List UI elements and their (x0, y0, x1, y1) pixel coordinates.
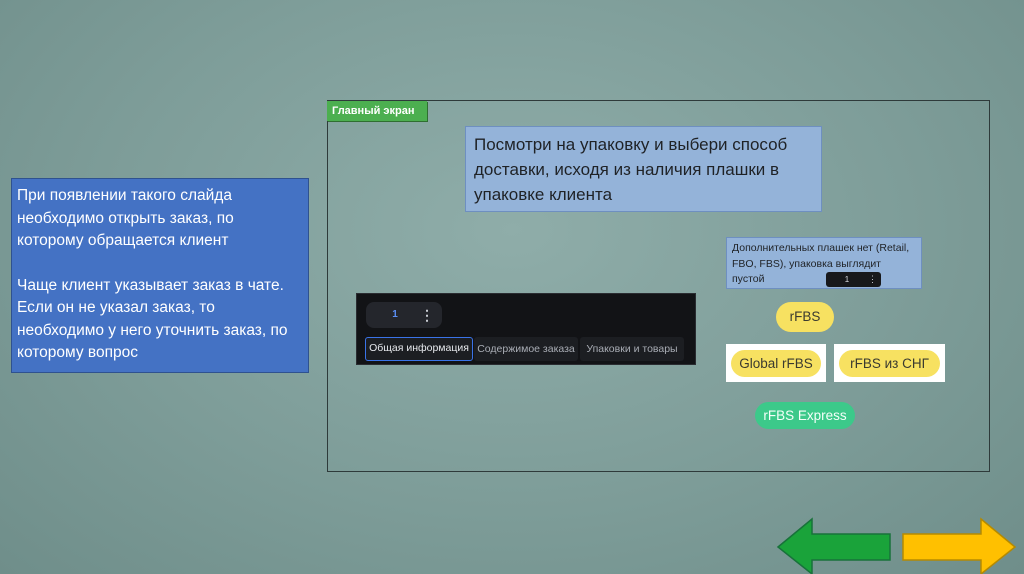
tab-general-info[interactable]: Общая информация (365, 337, 473, 361)
tab-order-contents[interactable]: Содержимое заказа (474, 337, 578, 361)
rfbs-cis-badge: rFBS из СНГ (839, 350, 940, 377)
no-extra-badges-text: Дополнительных плашек нет (Retail, FBO, … (732, 242, 910, 285)
arrow-right-icon[interactable] (901, 517, 1019, 574)
instruction-box: Посмотри на упаковку и выбери способ дос… (465, 126, 822, 212)
tab-packages-and-goods[interactable]: Упаковки и товары (580, 337, 684, 361)
arrow-left-icon[interactable] (776, 517, 894, 574)
mini-kebab-icon: ⋮ (868, 274, 877, 284)
left-note-paragraph-2: Чаще клиент указывает заказ в чате. Если… (17, 276, 288, 362)
mini-order-pill: 1 ⋮ (826, 272, 881, 287)
kebab-menu-icon[interactable]: ⋮ (420, 302, 434, 328)
order-number-pill[interactable]: 1 ⋮ (366, 302, 442, 328)
global-rfbs-badge: Global rFBS (731, 350, 821, 377)
rfbs-badge: rFBS (776, 302, 834, 332)
left-note-paragraph-1: При появлении такого слайда необходимо о… (17, 187, 234, 249)
rfbs-express-badge: rFBS Express (755, 402, 855, 429)
mini-order-number: 1 (844, 275, 850, 284)
main-screen-tag: Главный экран (327, 101, 427, 121)
order-app-screenshot: 1 ⋮ Общая информация Содержимое заказа У… (356, 293, 696, 365)
left-instruction-note: При появлении такого слайда необходимо о… (11, 178, 309, 373)
no-extra-badges-note: Дополнительных плашек нет (Retail, FBO, … (726, 237, 922, 289)
order-number: 1 (392, 309, 398, 320)
